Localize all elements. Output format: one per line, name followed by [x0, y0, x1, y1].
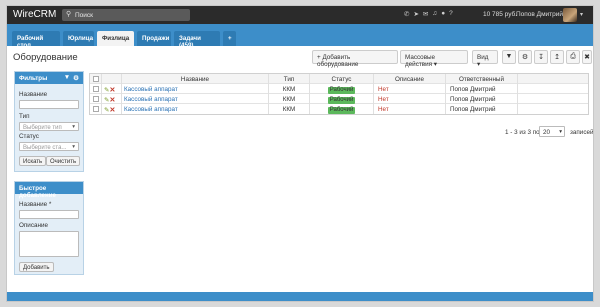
row-checkbox[interactable] [93, 106, 99, 112]
status-badge: Рабочий [327, 107, 356, 114]
add-equipment-button[interactable]: + Добавить оборудование [312, 50, 398, 68]
equipment-description: Нет [374, 84, 446, 94]
equipment-type: ККМ [269, 104, 310, 114]
search-input[interactable]: Поиск [75, 12, 93, 19]
gear-icon[interactable]: ⚙ [73, 74, 79, 82]
pagination-info: 1 - 3 из 3 по [505, 129, 540, 136]
user-name[interactable]: Попов Дмитрий [516, 11, 563, 18]
equipment-description: Нет [374, 104, 446, 114]
caret-icon: ▾ [432, 61, 437, 68]
quick-add-header: Быстрое добавление [15, 182, 83, 199]
send-icon[interactable]: ➤ [413, 10, 418, 18]
column-header[interactable]: Тип [269, 74, 310, 84]
quick-add-panel: Быстрое добавление Название * Описание Д… [14, 181, 84, 275]
tab-companies[interactable]: Юрлица [63, 31, 94, 46]
records-label: записей [570, 129, 594, 136]
chevron-down-icon: ▾ [72, 124, 75, 130]
equipment-type: ККМ [269, 84, 310, 94]
filter-name-label: Название [19, 91, 48, 98]
upload-icon[interactable]: ↥ [550, 50, 564, 64]
column-header[interactable]: Ответственный [446, 74, 518, 84]
responsible-user: Попов Дмитрий [446, 104, 518, 114]
app-window: WireCRM ⚲ Поиск ✆ ➤ ✉ ♫ ● ? 10 785 руб. … [6, 5, 594, 302]
chevron-down-icon: ▾ [559, 128, 562, 135]
equipment-name-link[interactable]: Кассовый аппарат [122, 94, 269, 104]
delete-icon[interactable]: ✕ [109, 97, 115, 104]
chevron-down-icon: ▾ [72, 144, 75, 150]
quick-add-desc-textarea[interactable] [19, 231, 79, 257]
per-page-select[interactable]: 20 ▾ [539, 126, 565, 137]
search-button[interactable]: Искать [19, 156, 47, 166]
delete-icon[interactable]: ✕ [109, 107, 115, 114]
equipment-name-link[interactable]: Кассовый аппарат [122, 84, 269, 94]
table-row: ✎✕ Кассовый аппарат ККМ Рабочий Нет Попо… [90, 84, 588, 94]
select-all-checkbox[interactable] [93, 76, 99, 82]
equipment-description: Нет [374, 94, 446, 104]
tab-tasks[interactable]: Задачи (459) [174, 31, 220, 49]
filter-status-select[interactable]: Выберите ста... ▾ [19, 142, 79, 151]
gear-icon[interactable]: ⚙ [518, 50, 532, 64]
top-icons: ✆ ➤ ✉ ♫ ● ? [404, 10, 453, 18]
tab-sales[interactable]: Продажи [137, 31, 171, 46]
responsible-user: Попов Дмитрий [446, 94, 518, 104]
filter-name-input[interactable] [19, 100, 79, 109]
equipment-type: ККМ [269, 94, 310, 104]
bottom-bar [7, 292, 593, 301]
table-header: Название Тип Статус Описание Ответственн… [90, 74, 588, 84]
chevron-down-icon[interactable]: ▾ [580, 11, 583, 18]
main-nav: Рабочий стол Юрлица Физлица Продажи Зада… [7, 24, 593, 49]
equipment-name-link[interactable]: Кассовый аппарат [122, 104, 269, 114]
status-badge: Рабочий [327, 87, 356, 94]
download-icon[interactable]: ↧ [534, 50, 548, 64]
balance[interactable]: 10 785 руб. [483, 11, 517, 18]
filter-icon[interactable]: ▼ [64, 74, 70, 82]
search-box[interactable]: ⚲ Поиск [62, 9, 190, 21]
quick-add-name-input[interactable] [19, 210, 79, 219]
tab-desktop[interactable]: Рабочий стол [12, 31, 60, 49]
mass-actions-button[interactable]: Массовые действия ▾ [400, 50, 468, 68]
mail-icon[interactable]: ✉ [423, 10, 428, 18]
help-icon[interactable]: ? [449, 10, 453, 18]
table-row: ✎✕ Кассовый аппарат ККМ Рабочий Нет Попо… [90, 94, 588, 104]
quick-add-desc-label: Описание [19, 222, 48, 229]
print-icon[interactable]: ⎙ [566, 50, 580, 64]
table-row: ✎✕ Кассовый аппарат ККМ Рабочий Нет Попо… [90, 104, 588, 114]
clear-button[interactable]: Очистить [46, 156, 81, 166]
view-button[interactable]: Вид ▾ [472, 50, 498, 68]
column-header[interactable]: Описание [374, 74, 446, 84]
responsible-user: Попов Дмитрий [446, 84, 518, 94]
quick-add-name-label: Название * [19, 201, 52, 208]
avatar[interactable] [563, 8, 577, 22]
chat-icon[interactable]: ● [441, 10, 445, 18]
filters-panel: Фильтры ▼ ⚙ Название Тип Выберите тип ▾ … [14, 71, 84, 172]
filter-icon[interactable]: ▼ [502, 50, 516, 64]
row-checkbox[interactable] [93, 86, 99, 92]
tab-persons[interactable]: Физлица [97, 31, 134, 46]
top-bar: WireCRM ⚲ Поиск ✆ ➤ ✉ ♫ ● ? 10 785 руб. … [7, 6, 593, 24]
status-badge: Рабочий [327, 97, 356, 104]
search-icon: ⚲ [66, 11, 72, 18]
filter-status-label: Статус [19, 133, 39, 140]
delete-icon[interactable]: ✕ [109, 87, 115, 94]
caret-icon: ▾ [477, 61, 481, 68]
tab-add[interactable]: + [223, 31, 236, 46]
page-title: Оборудование [13, 52, 78, 63]
filter-type-select[interactable]: Выберите тип ▾ [19, 122, 79, 131]
column-header[interactable]: Название [122, 74, 269, 84]
column-header[interactable]: Статус [310, 74, 374, 84]
app-logo[interactable]: WireCRM [13, 9, 56, 20]
add-button[interactable]: Добавить [19, 262, 54, 272]
phone-icon[interactable]: ✆ [404, 10, 409, 18]
filter-type-label: Тип [19, 113, 30, 120]
trash-icon[interactable]: ✖ [582, 50, 592, 64]
filters-header: Фильтры ▼ ⚙ [15, 72, 83, 84]
row-checkbox[interactable] [93, 96, 99, 102]
bell-icon[interactable]: ♫ [432, 10, 437, 18]
equipment-table: Название Тип Статус Описание Ответственн… [89, 73, 589, 115]
